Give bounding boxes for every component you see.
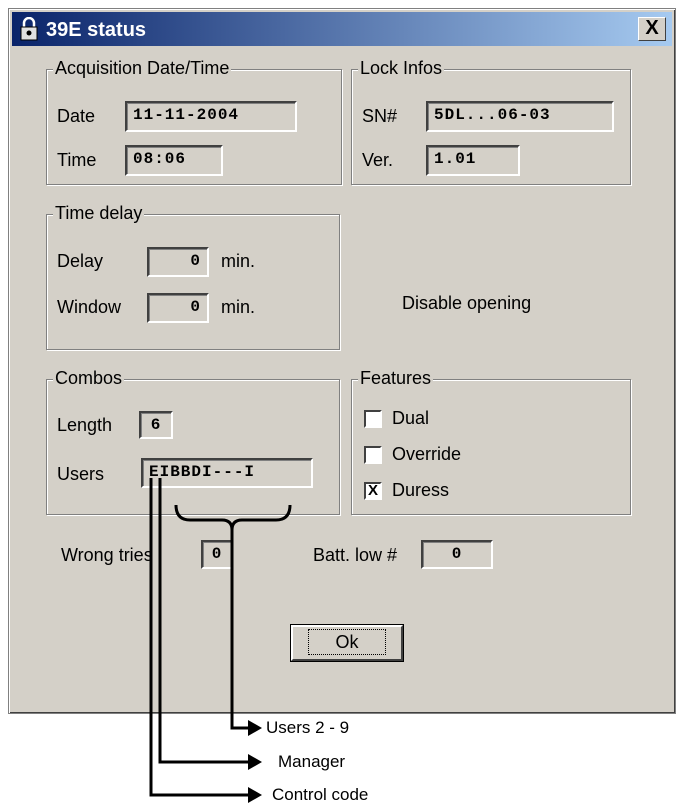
annotation-arrows	[149, 478, 292, 803]
control-code-annotation: Control code	[272, 785, 369, 804]
users-2-9-annotation: Users 2 - 9	[266, 718, 350, 737]
manager-annotation: Manager	[278, 752, 346, 771]
